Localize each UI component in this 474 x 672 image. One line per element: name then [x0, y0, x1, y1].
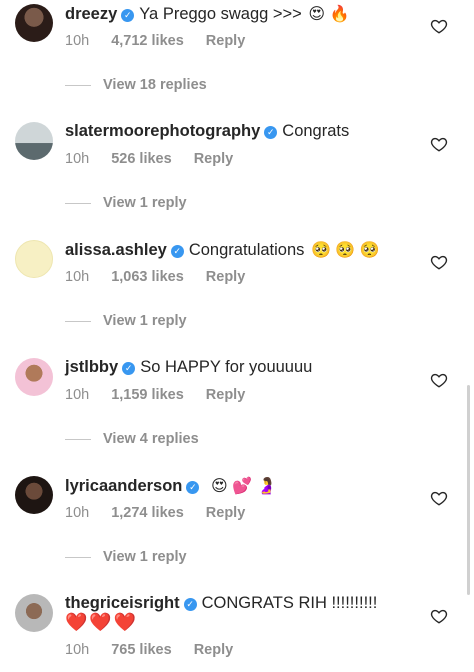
verified-badge-icon: ✓: [121, 9, 135, 22]
comment-text: Ya Preggo swagg >>>: [139, 5, 302, 23]
comment-emojis: 😍 💕 🤰: [210, 478, 277, 495]
comment-meta: 10h 1,159 likes Reply: [65, 387, 267, 403]
reply-button[interactable]: Reply: [194, 151, 234, 167]
comment-meta: 10h 1,063 likes Reply: [65, 269, 267, 285]
view-replies-button[interactable]: View 18 replies: [65, 77, 207, 93]
comment-text: Congrats: [282, 122, 350, 140]
verified-badge-icon: ✓: [122, 362, 136, 375]
heart-outline-icon[interactable]: [430, 17, 448, 35]
username[interactable]: dreezy: [65, 5, 117, 23]
likes-count[interactable]: 1,274 likes: [111, 505, 184, 521]
comment-emojis: ❤️❤️❤️: [65, 612, 139, 632]
heart-outline-icon[interactable]: [430, 253, 448, 271]
comment-line: lyricaanderson ✓ 😍 💕 🤰: [65, 476, 276, 496]
timestamp: 10h: [65, 505, 90, 521]
comment-line: dreezy ✓ Ya Preggo swagg >>> 😍 🔥: [65, 4, 349, 24]
likes-count[interactable]: 1,063 likes: [111, 269, 184, 285]
comment-text: Congratulations: [188, 241, 305, 259]
comment-meta: 10h 765 likes Reply: [65, 642, 255, 658]
comment-meta: 10h 1,274 likes Reply: [65, 505, 267, 521]
verified-badge-icon: ✓: [186, 481, 200, 494]
heart-outline-icon[interactable]: [430, 607, 448, 625]
comment-text: CONGRATS RIH !!!!!!!!!!: [201, 594, 378, 612]
timestamp: 10h: [65, 642, 90, 658]
likes-count[interactable]: 526 likes: [111, 151, 171, 167]
view-replies-button[interactable]: View 1 reply: [65, 313, 187, 329]
view-replies-button[interactable]: View 1 reply: [65, 195, 187, 211]
avatar[interactable]: [15, 476, 53, 514]
reply-button[interactable]: Reply: [206, 269, 246, 285]
username[interactable]: lyricaanderson: [65, 477, 182, 495]
verified-badge-icon: ✓: [170, 245, 184, 258]
username[interactable]: slatermoorephotography: [65, 122, 260, 140]
timestamp: 10h: [65, 387, 90, 403]
heart-outline-icon[interactable]: [430, 371, 448, 389]
avatar[interactable]: [15, 594, 53, 632]
timestamp: 10h: [65, 33, 90, 49]
comment-meta: 10h 526 likes Reply: [65, 151, 255, 167]
username[interactable]: alissa.ashley: [65, 241, 167, 259]
comment-line: thegriceisright ✓ CONGRATS RIH !!!!!!!!!!: [65, 594, 377, 613]
reply-button[interactable]: Reply: [206, 387, 246, 403]
avatar[interactable]: [15, 358, 53, 396]
verified-badge-icon: ✓: [183, 598, 197, 611]
timestamp: 10h: [65, 151, 90, 167]
comment-meta: 10h 4,712 likes Reply: [65, 33, 267, 49]
comment-line: alissa.ashley ✓ Congratulations 🥺 🥺 🥺: [65, 240, 380, 260]
view-replies-label: View 18 replies: [103, 77, 207, 93]
comment-text: So HAPPY for youuuuu: [140, 358, 313, 376]
verified-badge-icon: ✓: [264, 126, 278, 139]
reply-button[interactable]: Reply: [206, 505, 246, 521]
username[interactable]: thegriceisright: [65, 594, 180, 612]
comment-emojis: 😍 🔥: [308, 6, 350, 23]
comment-emojis: 🥺 🥺 🥺: [311, 242, 380, 259]
heart-outline-icon[interactable]: [430, 135, 448, 153]
comment-line: slatermoorephotography ✓ Congrats: [65, 122, 349, 141]
avatar[interactable]: [15, 122, 53, 160]
comment-line: jstlbby ✓ So HAPPY for youuuuu: [65, 358, 312, 377]
view-replies-label: View 1 reply: [103, 195, 187, 211]
reply-button[interactable]: Reply: [206, 33, 246, 49]
view-replies-label: View 1 reply: [103, 313, 187, 329]
avatar[interactable]: [15, 4, 53, 42]
likes-count[interactable]: 1,159 likes: [111, 387, 184, 403]
username[interactable]: jstlbby: [65, 358, 118, 376]
timestamp: 10h: [65, 269, 90, 285]
view-replies-label: View 4 replies: [103, 431, 199, 447]
avatar[interactable]: [15, 240, 53, 278]
reply-button[interactable]: Reply: [194, 642, 234, 658]
heart-outline-icon[interactable]: [430, 489, 448, 507]
likes-count[interactable]: 765 likes: [111, 642, 171, 658]
view-replies-button[interactable]: View 4 replies: [65, 431, 199, 447]
scrollbar[interactable]: [467, 385, 470, 595]
view-replies-button[interactable]: View 1 reply: [65, 549, 187, 565]
view-replies-label: View 1 reply: [103, 549, 187, 565]
likes-count[interactable]: 4,712 likes: [111, 33, 184, 49]
